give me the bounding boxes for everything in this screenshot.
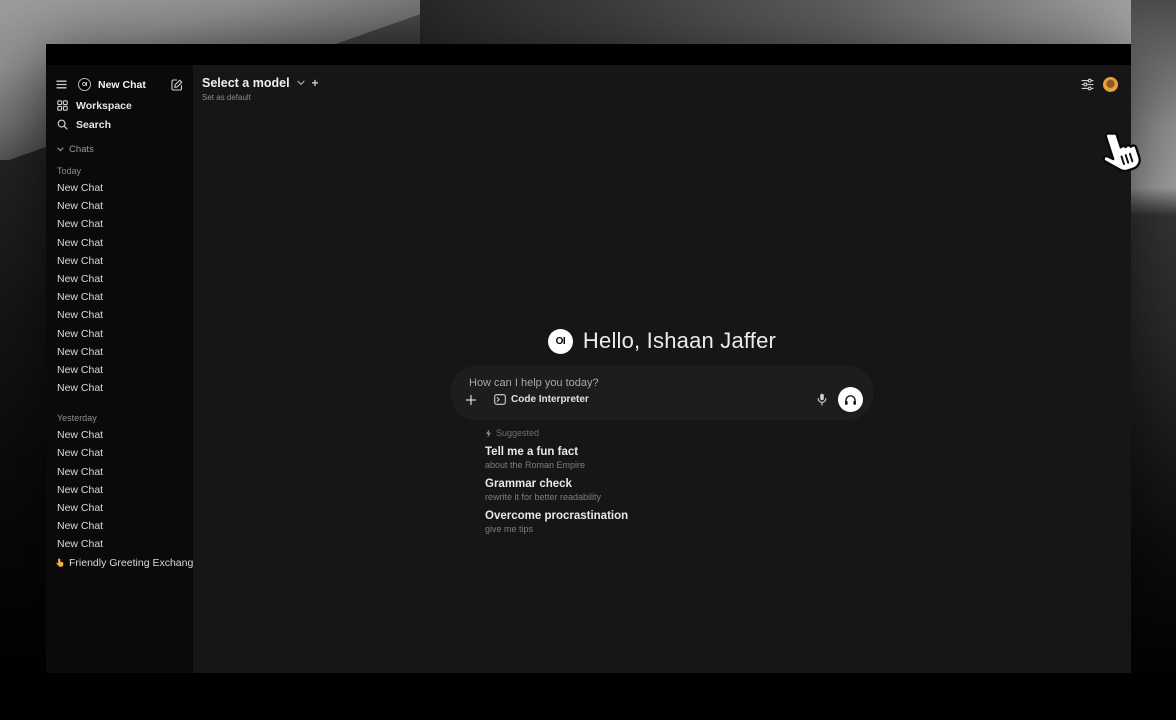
model-selector-label: Select a model <box>202 76 290 90</box>
chat-group-label-today: Today <box>46 157 193 179</box>
chat-list-item[interactable]: New Chat <box>46 444 193 462</box>
suggestion-subtitle: give me tips <box>485 524 872 534</box>
headphones-icon <box>844 394 857 406</box>
chat-list-item[interactable]: New Chat <box>46 325 193 343</box>
chat-list-item[interactable]: New Chat <box>46 379 193 397</box>
lightning-bolt-icon <box>485 429 492 438</box>
suggestion-title: Overcome procrastination <box>485 510 872 522</box>
chevron-down-icon <box>57 147 64 152</box>
add-model-button[interactable]: + <box>312 76 319 90</box>
wave-emoji-icon <box>55 558 65 568</box>
chat-list-item[interactable]: New Chat <box>46 517 193 535</box>
suggestion-subtitle: rewrite it for better readability <box>485 492 872 502</box>
chat-list-item[interactable]: New Chat <box>46 499 193 517</box>
workspace-grid-icon <box>57 100 68 111</box>
chat-list-today: New ChatNew ChatNew ChatNew ChatNew Chat… <box>46 179 193 397</box>
input-toolbar: Code Interpreter <box>465 387 863 412</box>
model-selector-bar: Select a model + Set as default <box>202 76 319 102</box>
suggestion-list: Tell me a fun fact about the Roman Empir… <box>485 446 872 534</box>
suggestion-item[interactable]: Grammar check rewrite it for better read… <box>485 478 872 502</box>
new-chat-icon[interactable] <box>171 79 183 91</box>
suggested-section: Suggested Tell me a fun fact about the R… <box>452 428 872 534</box>
chat-list-item[interactable]: New Chat <box>46 234 193 252</box>
set-as-default-button[interactable]: Set as default <box>202 93 319 102</box>
chats-section-toggle[interactable]: Chats <box>46 142 193 157</box>
sidebar-header: OI New Chat <box>46 65 193 96</box>
suggestion-item[interactable]: Overcome procrastination give me tips <box>485 510 872 534</box>
greeting-text: Hello, Ishaan Jaffer <box>583 328 776 354</box>
greeting-row: OI Hello, Ishaan Jaffer <box>452 328 872 354</box>
desktop-background-top-band <box>420 0 1176 44</box>
welcome-panel: OI Hello, Ishaan Jaffer How can I help y… <box>452 328 872 534</box>
chat-list-item[interactable]: New Chat <box>46 270 193 288</box>
chat-list-item-named[interactable]: Friendly Greeting Exchange <box>46 554 193 573</box>
menu-icon[interactable] <box>56 80 67 89</box>
code-interpreter-icon <box>494 394 506 405</box>
plus-icon[interactable] <box>465 394 477 406</box>
workspace-label: Workspace <box>76 100 132 112</box>
suggestion-subtitle: about the Roman Empire <box>485 460 872 470</box>
sidebar-item-workspace[interactable]: Workspace <box>46 96 193 115</box>
chat-list-item[interactable]: New Chat <box>46 306 193 324</box>
chat-list-item[interactable]: New Chat <box>46 343 193 361</box>
desktop-background-right-band <box>1131 0 1176 695</box>
message-input-card[interactable]: How can I help you today? Code Interpret… <box>452 367 872 419</box>
app-window: OI New Chat Workspace Search <box>46 44 1131 673</box>
search-icon <box>57 119 68 130</box>
suggestion-title: Grammar check <box>485 478 872 490</box>
sidebar-title: New Chat <box>98 79 146 91</box>
chat-list-yesterday: New ChatNew ChatNew ChatNew ChatNew Chat… <box>46 426 193 553</box>
chevron-down-icon <box>297 80 305 86</box>
chat-list-item[interactable]: New Chat <box>46 288 193 306</box>
chat-list-item[interactable]: New Chat <box>46 252 193 270</box>
code-interpreter-toggle[interactable]: Code Interpreter <box>494 394 589 405</box>
chat-list-item[interactable]: New Chat <box>46 426 193 444</box>
chat-main: Select a model + Set as default OI Hello… <box>193 65 1131 673</box>
chat-list-item[interactable]: New Chat <box>46 361 193 379</box>
settings-sliders-icon[interactable] <box>1081 78 1094 91</box>
sidebar-item-search[interactable]: Search <box>46 115 193 134</box>
chat-list-item[interactable]: New Chat <box>46 179 193 197</box>
chat-list-item[interactable]: New Chat <box>46 197 193 215</box>
chat-list-item[interactable]: New Chat <box>46 481 193 499</box>
suggestion-item[interactable]: Tell me a fun fact about the Roman Empir… <box>485 446 872 470</box>
chat-group-label-yesterday: Yesterday <box>46 397 193 426</box>
suggested-label: Suggested <box>496 428 539 438</box>
chat-list-item[interactable]: New Chat <box>46 535 193 553</box>
search-label: Search <box>76 119 111 131</box>
app-logo-icon: OI <box>548 329 573 354</box>
suggestion-title: Tell me a fun fact <box>485 446 872 458</box>
microphone-icon[interactable] <box>817 393 827 406</box>
voice-call-button[interactable] <box>838 387 863 412</box>
sidebar: OI New Chat Workspace Search <box>46 65 193 673</box>
suggested-header: Suggested <box>485 428 872 438</box>
named-chat-label: Friendly Greeting Exchange <box>69 557 193 569</box>
window-top-strip <box>46 44 1131 65</box>
app-logo-icon: OI <box>78 78 91 91</box>
chat-list-item[interactable]: New Chat <box>46 215 193 233</box>
chats-section-label: Chats <box>69 144 94 155</box>
chat-list-item[interactable]: New Chat <box>46 463 193 481</box>
code-interpreter-label: Code Interpreter <box>511 394 589 405</box>
topbar-right-controls <box>1081 77 1118 92</box>
model-selector[interactable]: Select a model + <box>202 76 319 90</box>
user-avatar[interactable] <box>1103 77 1118 92</box>
